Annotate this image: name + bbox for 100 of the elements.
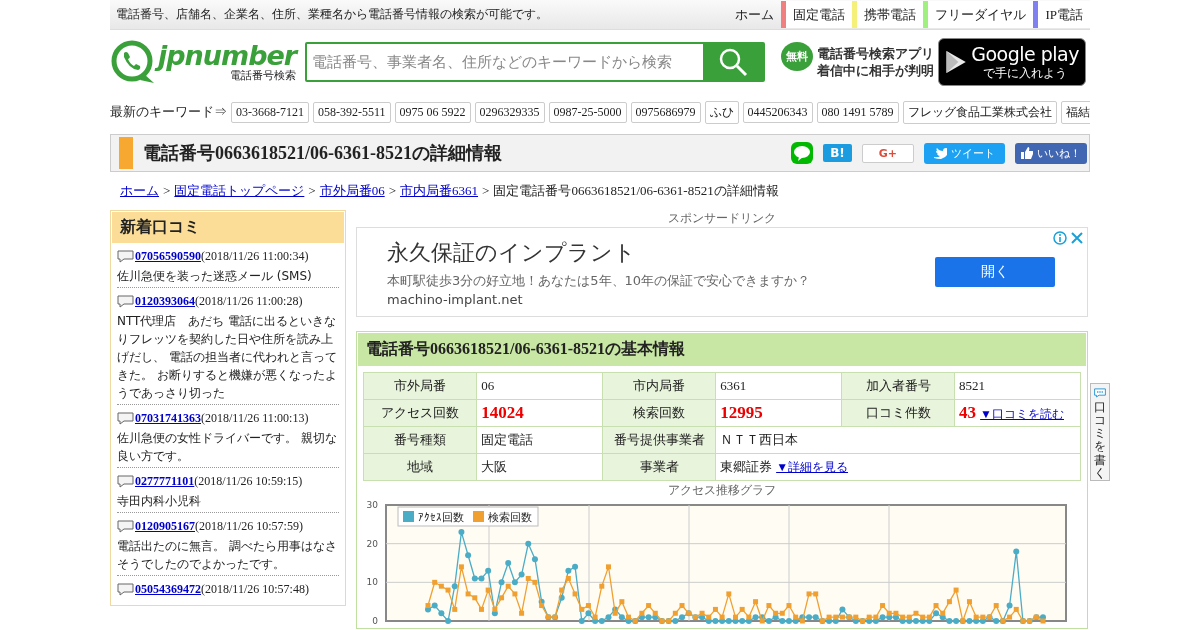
sponsored-label: スポンサードリンク <box>667 210 777 227</box>
gplus-button[interactable]: G+ <box>861 143 914 163</box>
comment-icon <box>117 583 134 596</box>
bird-icon <box>934 147 947 159</box>
keyword-link[interactable]: 0975 06 5922 <box>394 101 471 123</box>
write-review-tab[interactable]: 口コミを書く <box>1090 383 1110 481</box>
keyword-link[interactable]: 080 1491 5789 <box>816 101 899 123</box>
app-promo-text: 電話番号検索アプリ <box>817 45 934 62</box>
comment-date: (2018/11/26 11:00:13) <box>201 411 309 426</box>
phone-number-link[interactable]: 07056590590 <box>135 249 201 264</box>
table-header-cell: 番号提供事業者 <box>602 426 716 454</box>
detail-link[interactable]: ▼詳細を見る <box>776 460 848 474</box>
comment-text: 電話出たのに無言。 調べたら用事はなさそうでしたのでよかったです。 <box>117 534 339 576</box>
table-cell: 東郷証券 <box>720 459 773 474</box>
table-cell: 大阪 <box>481 459 508 474</box>
legend-label: 検索回数 <box>488 511 532 524</box>
title-accent <box>119 137 133 169</box>
google-play-button[interactable]: Google play で手に入れよう <box>938 38 1086 86</box>
table-header-cell: 口コミ件数 <box>841 399 955 427</box>
comment-icon <box>117 295 134 308</box>
comment-text: 寺田内科小児科 <box>117 489 339 513</box>
comment-date: (2018/11/26 11:00:34) <box>201 249 309 264</box>
thumbs-up-icon <box>1021 147 1033 159</box>
phone-number-link[interactable]: 07031741363 <box>135 411 201 426</box>
comment-text: 佐川急便の女性ドライバーです。 親切な良い方です。 <box>117 426 339 468</box>
table-header-cell: 番号種類 <box>363 426 477 454</box>
comment-icon <box>117 250 134 263</box>
keyword-link[interactable]: 福結 <box>1060 100 1090 124</box>
comment-icon <box>117 475 134 488</box>
table-cell: 固定電話 <box>481 432 534 447</box>
app-promo-text: 着信中に相手が判明 <box>817 62 934 79</box>
sidebar-title: 新着口コミ <box>112 212 344 243</box>
table-header-cell: 検索回数 <box>602 399 716 427</box>
breadcrumb-link[interactable]: 市内局番6361 <box>400 182 479 200</box>
breadcrumb-link[interactable]: ホーム <box>120 182 159 200</box>
legend-label: ｱｸｾｽ回数 <box>418 511 464 524</box>
y-axis-label: 20 <box>366 538 378 549</box>
breadcrumb-current: 固定電話番号0663618521/06-6361-8521の詳細情報 <box>493 182 779 200</box>
table-cell: 6361 <box>720 378 747 393</box>
breadcrumb-link[interactable]: 市外局番06 <box>319 182 385 200</box>
search-field[interactable]: 電話番号、事業者名、住所などのキーワードから検索 <box>305 42 765 82</box>
close-icon <box>1071 232 1083 244</box>
comment-date: (2018/11/26 11:00:28) <box>195 294 303 309</box>
logo-subtitle: 電話番号検索 <box>230 70 297 82</box>
table-cell: ＮＴＴ西日本 <box>720 432 799 447</box>
comment-text: NTT代理店 あだち 電話に出るといきなりフレッツを契約した日や住所を読み上げだし、 電話の担当者に代われと言ってきた。 お断りすると機嫌が悪くなったようであっさり切った <box>117 309 339 405</box>
keyword-link[interactable]: 058-392-5511 <box>313 101 391 123</box>
ad-headline[interactable]: 永久保証のインプラント <box>387 237 811 268</box>
table-cell: 8521 <box>959 378 986 393</box>
breadcrumb-separator: > <box>308 183 316 199</box>
y-axis-label: 30 <box>366 500 378 510</box>
line-share-icon <box>791 142 814 164</box>
y-axis-label: 0 <box>372 616 378 626</box>
table-cell: 06 <box>481 378 495 393</box>
breadcrumb-separator: > <box>482 183 490 199</box>
page-title: 電話番号0663618521/06-6361-8521の詳細情報 <box>143 142 503 165</box>
table-header-cell: 地域 <box>363 453 477 481</box>
speech-bubble-icon <box>1093 388 1107 398</box>
keyword-link[interactable]: 0987-25-5000 <box>548 101 627 123</box>
ad-description: 本町駅徒歩3分の好立地！あなたは5年、10年の保証で安心できますか？ <box>387 271 811 290</box>
y-axis-label: 10 <box>366 577 378 588</box>
comment-date: (2018/11/26 10:57:48) <box>201 582 309 597</box>
keyword-link[interactable]: ふひ <box>704 100 739 124</box>
phone-number-link[interactable]: 0277771101 <box>135 474 195 489</box>
count-value: 43 <box>959 403 977 422</box>
table-header-cell: 市内局番 <box>602 372 716 400</box>
nav-link[interactable]: フリーダイヤル <box>923 1 1034 28</box>
breadcrumb-separator: > <box>163 183 171 199</box>
legend-swatch <box>473 511 484 522</box>
nav-link[interactable]: ホーム <box>723 1 782 28</box>
comment-icon <box>117 520 134 533</box>
phone-number-link[interactable]: 0120905167 <box>135 519 195 534</box>
keyword-link[interactable]: 0975686979 <box>630 101 701 123</box>
info-icon <box>1053 231 1067 245</box>
table-header-cell: アクセス回数 <box>363 399 477 427</box>
keyword-link[interactable]: 0445206343 <box>742 101 813 123</box>
nav-link[interactable]: IP電話 <box>1033 1 1090 28</box>
nav-link[interactable]: 固定電話 <box>781 1 853 28</box>
section-title: 電話番号0663618521/06-6361-8521の基本情報 <box>358 333 1086 366</box>
comment-date: (2018/11/26 10:57:59) <box>195 519 303 534</box>
open-button[interactable]: 開く <box>935 257 1055 287</box>
keyword-link[interactable]: 03-3668-7121 <box>231 101 309 123</box>
table-header-cell: 加入者番号 <box>841 372 955 400</box>
phone-number-link[interactable]: 0120393064 <box>135 294 195 309</box>
legend-swatch <box>403 511 414 522</box>
keyword-link[interactable]: フレッグ食品工業株式会社 <box>902 100 1057 124</box>
tagline: 電話番号、店舗名、企業名、住所、業種名から電話番号情報の検索が可能です。 <box>116 6 548 23</box>
count-value: 14024 <box>481 403 524 422</box>
breadcrumb-link[interactable]: 固定電話トップページ <box>174 182 305 200</box>
like-button[interactable]: いいね！ <box>1015 142 1087 164</box>
nav-link[interactable]: 携帯電話 <box>852 1 924 28</box>
detail-link[interactable]: ▼口コミを読む <box>980 407 1064 421</box>
breadcrumb-separator: > <box>388 183 397 199</box>
search-button[interactable] <box>703 44 763 80</box>
count-value: 12995 <box>720 403 763 422</box>
keywords-label: 最新のキーワード⇒ <box>110 103 227 121</box>
phone-number-link[interactable]: 05054369472 <box>135 582 201 597</box>
free-badge: 無料 <box>781 42 813 71</box>
ad-url: machino-implant.net <box>387 291 524 307</box>
keyword-link[interactable]: 0296329335 <box>474 101 545 123</box>
